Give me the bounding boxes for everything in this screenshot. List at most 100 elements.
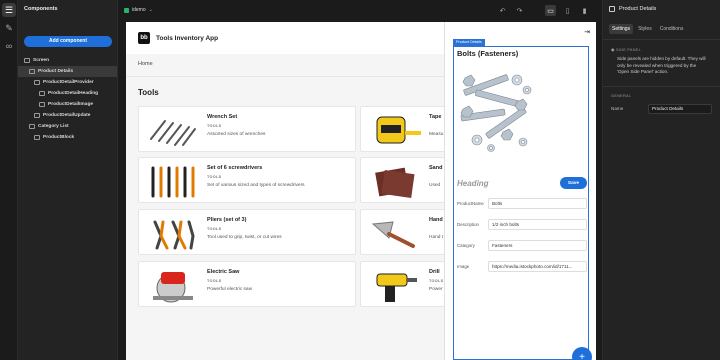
- tree-item-label: ProductDetailHeading: [48, 91, 99, 96]
- section-title: Tools: [138, 88, 159, 97]
- component-node-icon: [39, 102, 45, 107]
- card-category: TOOLS: [207, 124, 222, 128]
- tree-item[interactable]: ProductDetailProvider: [18, 77, 117, 88]
- side-panel-section-label: ◉ SIDE PANEL: [603, 45, 720, 54]
- tree-item[interactable]: Screen: [18, 55, 117, 66]
- tree-item[interactable]: ProductDetailImage: [18, 99, 117, 110]
- tool-card[interactable]: Set of 6 screwdrivers TOOLS Set of various…: [138, 157, 356, 203]
- tree-item-label: ProductBlock: [43, 135, 75, 140]
- category-row: Category: [457, 239, 587, 251]
- tree-item-label: Product Details: [38, 69, 74, 74]
- name-label: Name: [611, 106, 624, 111]
- undo-icon[interactable]: ↶: [497, 5, 508, 16]
- image-row: Image: [457, 260, 587, 272]
- product-name-input[interactable]: [487, 197, 587, 209]
- redo-icon[interactable]: ↷: [514, 5, 525, 16]
- app-color-icon: [124, 7, 129, 13]
- settings-header: Product Details: [603, 0, 720, 18]
- nav-home-link[interactable]: Home: [138, 61, 153, 67]
- card-description: Set of various sized and types of screwd…: [207, 183, 305, 188]
- component-tag: Product Details: [453, 39, 485, 46]
- tree-item-label: Category List: [38, 124, 69, 129]
- component-tree: Screen Product Details ProductDetailProvid…: [18, 55, 117, 143]
- tree-item[interactable]: Product Details: [18, 66, 117, 77]
- app-selector-label: idemo: [132, 7, 146, 13]
- tree-item-label: Screen: [33, 58, 49, 63]
- product-details-side-panel: ⇥ Product Details Bolts (Fasteners) Head…: [444, 22, 596, 360]
- name-input[interactable]: [648, 103, 712, 114]
- category-input[interactable]: [487, 239, 587, 251]
- tab-settings[interactable]: Settings: [609, 24, 634, 34]
- card-title: Tape: [429, 114, 442, 120]
- app-logo: bb: [138, 32, 150, 44]
- card-title: Pliers (set of 3): [207, 217, 247, 223]
- general-section-label: GENERAL: [611, 93, 632, 98]
- link-icon[interactable]: ∞: [2, 39, 16, 53]
- card-title: Hand: [429, 217, 443, 223]
- card-title: Drill: [429, 269, 440, 275]
- pliers-image: [153, 220, 195, 250]
- tree-item[interactable]: Category List: [18, 121, 117, 132]
- tape-measure-image: [376, 116, 421, 144]
- add-fab-button[interactable]: +: [572, 347, 592, 360]
- brush-icon[interactable]: ✎: [2, 21, 16, 35]
- add-component-button[interactable]: Add component: [24, 36, 112, 47]
- card-category: TOOLS: [207, 279, 222, 283]
- field-label: Image: [457, 263, 470, 269]
- field-label: Category: [457, 242, 475, 248]
- component-node-icon: [39, 91, 45, 96]
- tab-conditions[interactable]: Conditions: [657, 24, 687, 34]
- image-url-input[interactable]: [487, 260, 587, 272]
- card-description: Used: [429, 183, 441, 188]
- component-node-icon: [24, 58, 30, 63]
- tablet-view-icon[interactable]: ▯: [562, 5, 573, 16]
- app-builder: ☰ ✎ ∞ Components Add component Screen Pro…: [0, 0, 720, 360]
- components-icon[interactable]: ☰: [2, 3, 16, 17]
- tree-item[interactable]: ProductDetailUpdate: [18, 110, 117, 121]
- card-description: Power: [429, 287, 443, 292]
- circular-saw-image: [153, 272, 193, 303]
- side-panel-description: Side panels are hidden by default. They …: [617, 56, 706, 74]
- components-title: Components: [24, 6, 58, 12]
- product-title: Bolts (Fasteners): [457, 49, 519, 58]
- tool-card[interactable]: Pliers (set of 3) TOOLS Tool used to grip,…: [138, 209, 356, 255]
- divider: [603, 39, 720, 40]
- save-button[interactable]: Save: [560, 177, 587, 189]
- app-selector[interactable]: idemo ⌄: [124, 7, 153, 13]
- heading-placeholder: Heading: [457, 179, 489, 188]
- collapse-panel-icon[interactable]: ⇥: [584, 28, 590, 36]
- tree-item[interactable]: ProductBlock: [18, 132, 117, 143]
- tool-card[interactable]: Electric Saw TOOLS Powerful electric saw: [138, 261, 356, 307]
- side-panel-section-title: SIDE PANEL: [615, 48, 642, 52]
- card-description: Measu: [429, 132, 444, 137]
- description-input[interactable]: [487, 218, 587, 230]
- tab-styles[interactable]: Styles: [635, 24, 655, 34]
- top-bar: idemo ⌄ ↶ ↷ ▭ ▯ ▮: [118, 0, 598, 22]
- settings-panel: Product Details Settings Styles Conditio…: [602, 0, 720, 360]
- settings-title: Product Details: [619, 6, 657, 12]
- icon-rail: ☰ ✎ ∞: [0, 0, 18, 360]
- description-row: Description: [457, 218, 587, 230]
- desktop-view-icon[interactable]: ▭: [545, 5, 556, 16]
- card-category: TOOLS: [207, 227, 222, 231]
- component-node-icon: [29, 124, 35, 129]
- product-name-row: ProductName: [457, 197, 587, 209]
- bolts-image: [460, 74, 532, 152]
- card-title: Electric Saw: [207, 269, 240, 275]
- toolbar-icons: ↶ ↷ ▭ ▯ ▮: [497, 5, 590, 16]
- tool-card[interactable]: Wrench Set TOOLS Assorted sizes of wrenche…: [138, 106, 356, 152]
- component-node-icon: [29, 69, 35, 74]
- app-name: Tools Inventory App: [156, 34, 219, 42]
- tree-item-label: ProductDetailProvider: [43, 80, 94, 85]
- field-label: Description: [457, 221, 479, 227]
- field-label: ProductName: [457, 200, 484, 206]
- component-node-icon: [34, 135, 40, 140]
- tree-item[interactable]: ProductDetailHeading: [18, 88, 117, 99]
- wrench-set-image: [150, 120, 196, 146]
- card-description: Hand t: [429, 235, 444, 240]
- component-node-icon: [34, 113, 40, 118]
- trowel-image: [371, 221, 415, 248]
- screwdrivers-image: [151, 166, 195, 198]
- mobile-view-icon[interactable]: ▮: [579, 5, 590, 16]
